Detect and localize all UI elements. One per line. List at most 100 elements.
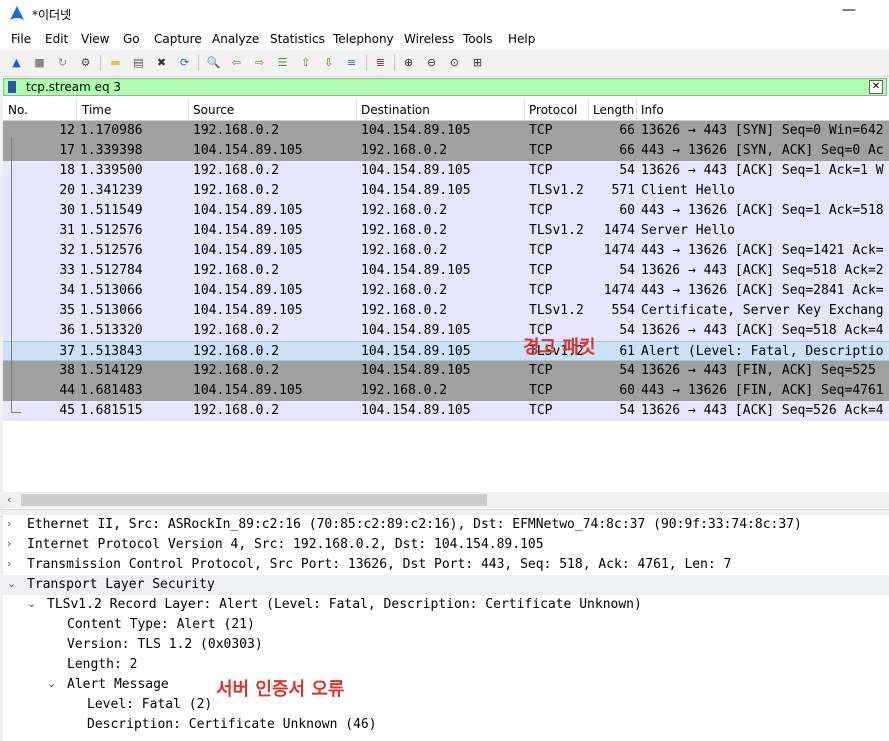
packet-row[interactable]: 38 1.514129 192.168.0.2 104.154.89.105 TCP 54… xyxy=(3,361,889,381)
packet-row[interactable]: 12 1.170986 192.168.0.2 104.154.89.105 TCP 66… xyxy=(3,121,889,141)
packet-list[interactable]: No. Time Source Destination Protocol Len… xyxy=(3,100,889,492)
packet-row[interactable]: 30 1.511549 104.154.89.105 192.168.0.2 TCP 60… xyxy=(3,201,889,221)
restart-capture-icon[interactable]: ↻ xyxy=(54,54,71,71)
toolbar-separator xyxy=(198,55,199,71)
detail-row[interactable]: Level: Fatal (2) xyxy=(3,695,889,715)
column-destination[interactable]: Destination xyxy=(361,103,430,117)
packet-row[interactable]: 37 1.513843 192.168.0.2 104.154.89.105 TLSv1… xyxy=(3,341,889,361)
packet-row[interactable]: 18 1.339500 192.168.0.2 104.154.89.105 TCP 54… xyxy=(3,161,889,181)
scroll-left-icon[interactable]: ‹ xyxy=(7,493,11,506)
go-first-packet-icon[interactable]: ⇧ xyxy=(297,54,314,71)
go-forward-icon[interactable]: ⇨ xyxy=(251,54,268,71)
detail-row[interactable]: › Ethernet II, Src: ASRockIn_89:c2:16 (70… xyxy=(3,515,889,535)
column-protocol[interactable]: Protocol xyxy=(529,103,577,117)
column-separator[interactable] xyxy=(636,100,637,120)
open-file-icon[interactable]: ▬ xyxy=(107,54,124,71)
menu-go[interactable]: Go xyxy=(123,32,140,46)
detail-row[interactable]: Version: TLS 1.2 (0x0303) xyxy=(3,635,889,655)
column-no[interactable]: No. xyxy=(8,103,28,117)
packet-info: Certificate, Server Key Exchang xyxy=(641,303,884,318)
find-packet-icon[interactable]: 🔍 xyxy=(205,54,222,71)
minimize-button[interactable]: — xyxy=(842,2,856,18)
column-separator[interactable] xyxy=(188,100,189,120)
packet-no: 33 xyxy=(59,263,75,278)
menu-wireless[interactable]: Wireless xyxy=(404,32,454,46)
display-filter-input[interactable]: tcp.stream eq 3 xyxy=(26,80,121,94)
bookmark-icon[interactable] xyxy=(8,81,16,93)
stop-capture-icon[interactable]: ■ xyxy=(31,54,48,71)
packet-row[interactable]: 45 1.681515 192.168.0.2 104.154.89.105 TCP 54… xyxy=(3,401,889,421)
menu-file[interactable]: File xyxy=(11,32,31,46)
column-separator[interactable] xyxy=(76,100,77,120)
detail-row[interactable]: ⌄ Transport Layer Security xyxy=(3,575,889,595)
reload-file-icon[interactable]: ⟳ xyxy=(176,54,193,71)
menu-analyze[interactable]: Analyze xyxy=(212,32,259,46)
go-to-packet-icon[interactable]: ☰ xyxy=(274,54,291,71)
packet-destination: 192.168.0.2 xyxy=(361,203,448,218)
scroll-thumb[interactable] xyxy=(21,494,487,506)
detail-row[interactable]: Description: Certificate Unknown (46) xyxy=(3,715,889,735)
expand-arrow-icon[interactable]: › xyxy=(7,537,11,550)
go-last-packet-icon[interactable]: ⇩ xyxy=(320,54,337,71)
expand-arrow-icon[interactable]: › xyxy=(7,557,11,570)
column-source[interactable]: Source xyxy=(193,103,234,117)
menu-edit[interactable]: Edit xyxy=(45,32,68,46)
menu-view[interactable]: View xyxy=(81,32,109,46)
packet-row[interactable]: 44 1.681483 104.154.89.105 192.168.0.2 TCP 60… xyxy=(3,381,889,401)
packet-info: Server Hello xyxy=(641,223,735,238)
packet-row[interactable]: 34 1.513066 104.154.89.105 192.168.0.2 TCP 14… xyxy=(3,281,889,301)
column-time[interactable]: Time xyxy=(82,103,111,117)
packet-no: 18 xyxy=(59,163,75,178)
packet-row[interactable]: 20 1.341239 192.168.0.2 104.154.89.105 TLSv1… xyxy=(3,181,889,201)
packet-protocol: TCP xyxy=(529,163,553,178)
display-filter-bar[interactable]: tcp.stream eq 3 ✕ xyxy=(3,78,887,96)
menu-statistics[interactable]: Statistics xyxy=(270,32,325,46)
zoom-out-icon[interactable]: ⊖ xyxy=(423,54,440,71)
detail-row[interactable]: ⌄ TLSv1.2 Record Layer: Alert (Level: Fat… xyxy=(3,595,889,615)
packet-row[interactable]: 36 1.513320 192.168.0.2 104.154.89.105 TCP 54… xyxy=(3,321,889,341)
packet-row[interactable]: 32 1.512576 104.154.89.105 192.168.0.2 TCP 14… xyxy=(3,241,889,261)
detail-text: Transport Layer Security xyxy=(27,577,215,592)
packet-source: 104.154.89.105 xyxy=(193,303,303,318)
packet-row[interactable]: 31 1.512576 104.154.89.105 192.168.0.2 TLSv1… xyxy=(3,221,889,241)
detail-row[interactable]: Content Type: Alert (21) xyxy=(3,615,889,635)
column-separator[interactable] xyxy=(356,100,357,120)
shark-fin-start-icon[interactable]: ▲ xyxy=(8,54,25,71)
detail-row[interactable]: ⌄ Alert Message xyxy=(3,675,889,695)
packet-row[interactable]: 35 1.513066 104.154.89.105 192.168.0.2 TLSv1… xyxy=(3,301,889,321)
detail-row[interactable]: › Internet Protocol Version 4, Src: 192.1… xyxy=(3,535,889,555)
menu-help[interactable]: Help xyxy=(508,32,535,46)
collapse-arrow-icon[interactable]: ⌄ xyxy=(47,677,56,690)
detail-row[interactable]: Length: 2 xyxy=(3,655,889,675)
packet-destination: 192.168.0.2 xyxy=(361,383,448,398)
packet-row[interactable]: 33 1.512784 192.168.0.2 104.154.89.105 TCP 54… xyxy=(3,261,889,281)
go-back-icon[interactable]: ⇦ xyxy=(228,54,245,71)
menu-telephony[interactable]: Telephony xyxy=(333,32,394,46)
packet-details[interactable]: › Ethernet II, Src: ASRockIn_89:c2:16 (70… xyxy=(3,515,889,741)
packet-destination: 192.168.0.2 xyxy=(361,143,448,158)
packet-info: Alert (Level: Fatal, Descriptio xyxy=(641,344,884,359)
menu-capture[interactable]: Capture xyxy=(154,32,202,46)
column-separator[interactable] xyxy=(588,100,589,120)
expand-arrow-icon[interactable]: › xyxy=(7,517,11,530)
colorize-icon[interactable]: ≣ xyxy=(372,54,389,71)
column-info[interactable]: Info xyxy=(641,103,664,117)
packet-row[interactable]: 17 1.339398 104.154.89.105 192.168.0.2 TCP 66… xyxy=(3,141,889,161)
packet-source: 192.168.0.2 xyxy=(193,363,280,378)
detail-text: Content Type: Alert (21) xyxy=(67,617,255,632)
collapse-arrow-icon[interactable]: ⌄ xyxy=(7,577,16,590)
capture-options-icon[interactable]: ⚙ xyxy=(77,54,94,71)
normal-size-icon[interactable]: ⊙ xyxy=(446,54,463,71)
auto-scroll-icon[interactable]: ≡ xyxy=(343,54,360,71)
zoom-in-icon[interactable]: ⊕ xyxy=(400,54,417,71)
column-length[interactable]: Length xyxy=(593,103,634,117)
column-separator[interactable] xyxy=(524,100,525,120)
detail-row[interactable]: › Transmission Control Protocol, Src Port… xyxy=(3,555,889,575)
packet-list-hscrollbar[interactable]: ‹ xyxy=(3,492,889,508)
menu-tools[interactable]: Tools xyxy=(463,32,493,46)
resize-columns-icon[interactable]: ⊞ xyxy=(469,54,486,71)
close-file-icon[interactable]: ✖ xyxy=(153,54,170,71)
collapse-arrow-icon[interactable]: ⌄ xyxy=(27,597,36,610)
save-file-icon[interactable]: ▤ xyxy=(130,54,147,71)
clear-filter-icon[interactable]: ✕ xyxy=(869,80,883,94)
